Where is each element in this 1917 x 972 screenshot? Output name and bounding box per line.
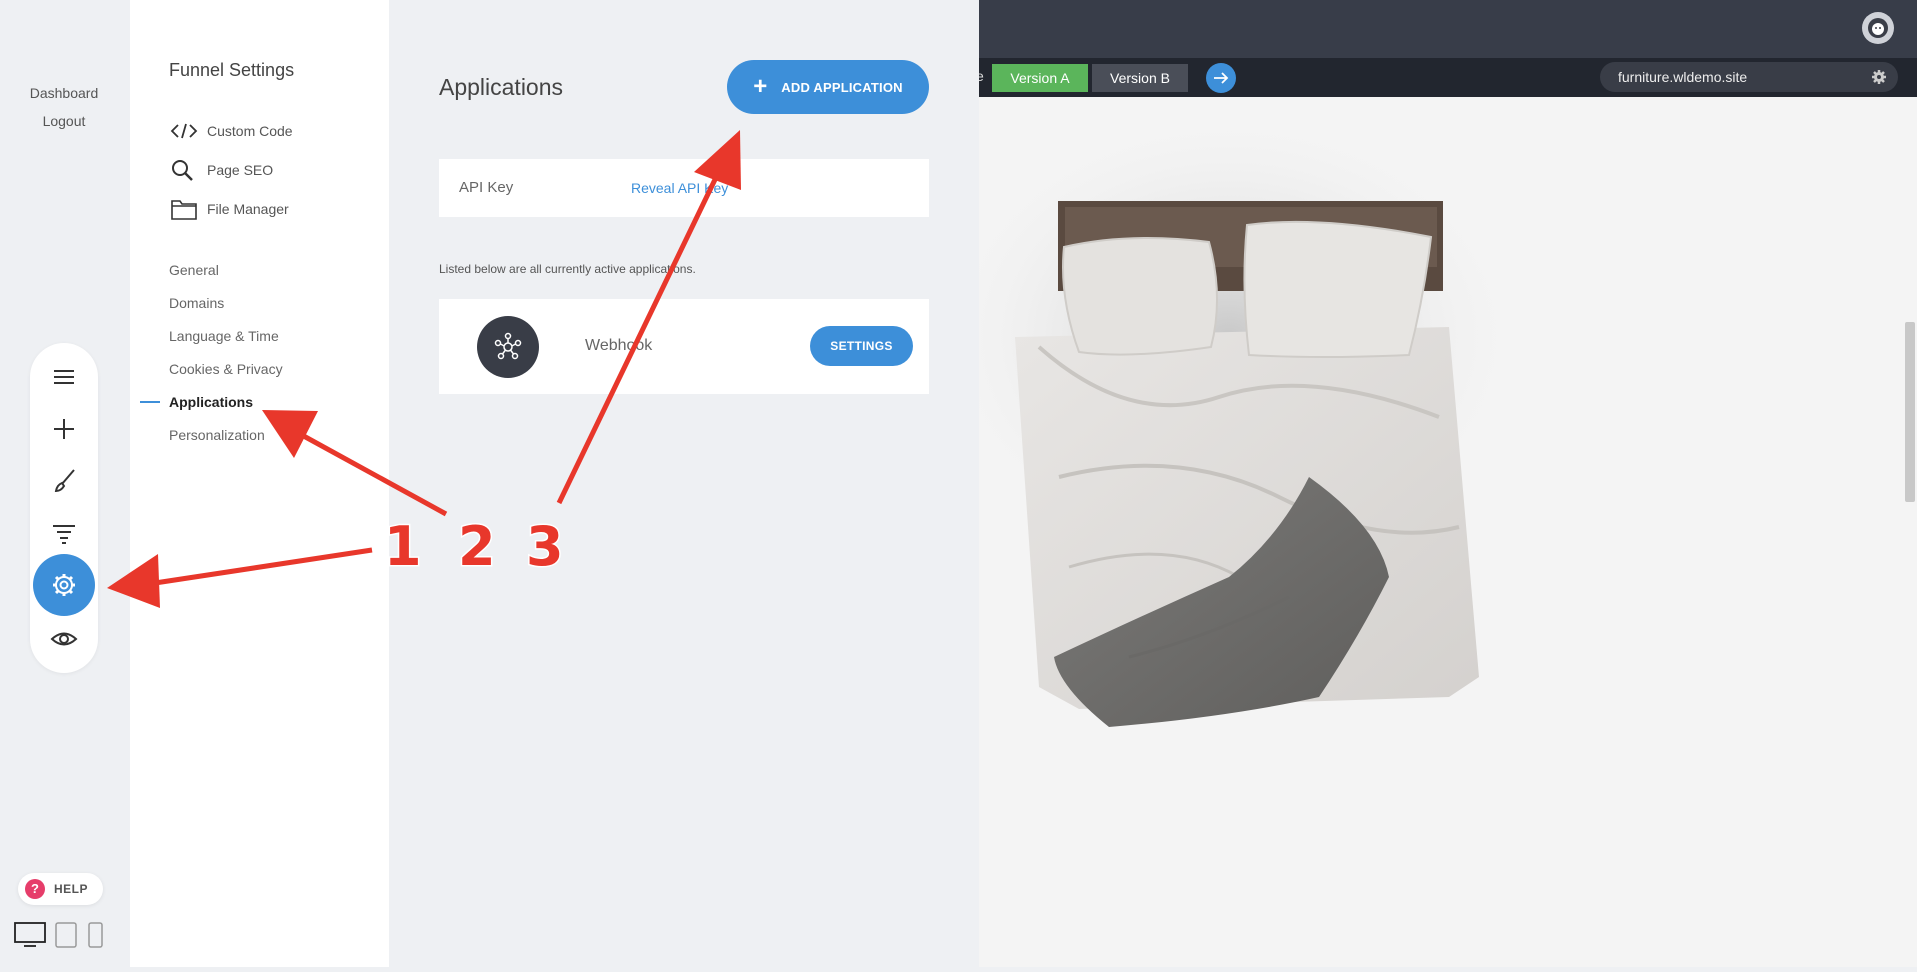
dashboard-link[interactable]: Dashboard [0,85,128,101]
application-name: Webhook [585,337,653,354]
nav-language-time[interactable]: Language & Time [169,328,279,344]
page-seo-item[interactable]: Page SEO [170,158,273,182]
design-button[interactable] [46,463,82,499]
nav-domains[interactable]: Domains [169,295,224,311]
applications-description: Listed below are all currently active ap… [439,262,696,276]
nav-cookies-privacy[interactable]: Cookies & Privacy [169,361,283,377]
eye-icon [50,632,78,646]
plus-icon [54,419,74,439]
device-switcher [14,922,103,948]
filter-icon [53,525,75,544]
url-settings-button[interactable] [1868,66,1890,88]
custom-code-label: Custom Code [207,123,293,139]
add-application-label: ADD APPLICATION [781,79,903,95]
version-b-tab[interactable]: Version B [1092,64,1188,92]
left-rail: Dashboard Logout ? HELP [0,0,130,967]
brush-icon [54,469,75,493]
active-indicator [140,401,160,403]
arrow-right-icon [1214,72,1229,84]
menu-button[interactable] [46,359,82,395]
nav-personalization[interactable]: Personalization [169,427,265,443]
plus-icon: + [753,73,768,100]
avatar-face-icon [1868,18,1888,38]
gear-icon [1872,70,1886,84]
api-key-label: API Key [459,179,514,196]
folder-icon [171,200,197,220]
search-icon [172,160,193,181]
custom-code-item[interactable]: Custom Code [170,119,293,143]
application-settings-button[interactable]: SETTINGS [810,326,913,366]
logout-link[interactable]: Logout [0,113,128,129]
menu-icon [54,370,74,384]
file-manager-label: File Manager [207,201,289,217]
editor-tools-pill [30,343,98,673]
help-icon: ? [25,879,45,899]
settings-button[interactable] [33,554,95,616]
code-icon [170,123,198,139]
nav-general[interactable]: General [169,262,219,278]
preview-button[interactable] [46,621,82,657]
help-button[interactable]: ? HELP [18,873,103,905]
funnel-settings-panel: Funnel Settings Custom Code Page SEO Fil… [130,0,389,967]
scrollbar-thumb[interactable] [1905,322,1915,502]
applications-panel: Applications + ADD APPLICATION API Key R… [389,0,979,967]
domain-url-field[interactable]: furniture.wldemo.site [1600,62,1898,92]
file-manager-item[interactable]: File Manager [170,197,289,221]
gear-icon [53,574,75,596]
add-element-button[interactable] [46,411,82,447]
page-preview-canvas[interactable] [929,97,1917,967]
version-a-tab[interactable]: Version A [992,64,1088,92]
page-scrollbar[interactable] [1903,97,1917,967]
webhook-icon [477,316,539,378]
panel-title: Funnel Settings [169,60,295,80]
bed-image [929,107,1529,727]
add-application-button[interactable]: + ADD APPLICATION [727,60,929,114]
tablet-icon[interactable] [55,922,77,948]
user-avatar[interactable] [1862,12,1894,44]
api-key-card: API Key Reveal API Key [439,159,929,217]
page-title: Applications [439,74,564,100]
page-seo-label: Page SEO [207,162,274,178]
application-card: Webhook SETTINGS [439,299,929,394]
filter-button[interactable] [46,515,82,551]
arrow-right-button[interactable] [1206,63,1236,93]
reveal-api-key-link[interactable]: Reveal API Key [631,180,728,196]
desktop-icon[interactable] [14,922,46,947]
help-label: HELP [54,882,89,896]
nav-applications[interactable]: Applications [169,394,253,410]
mobile-icon[interactable] [88,922,103,948]
